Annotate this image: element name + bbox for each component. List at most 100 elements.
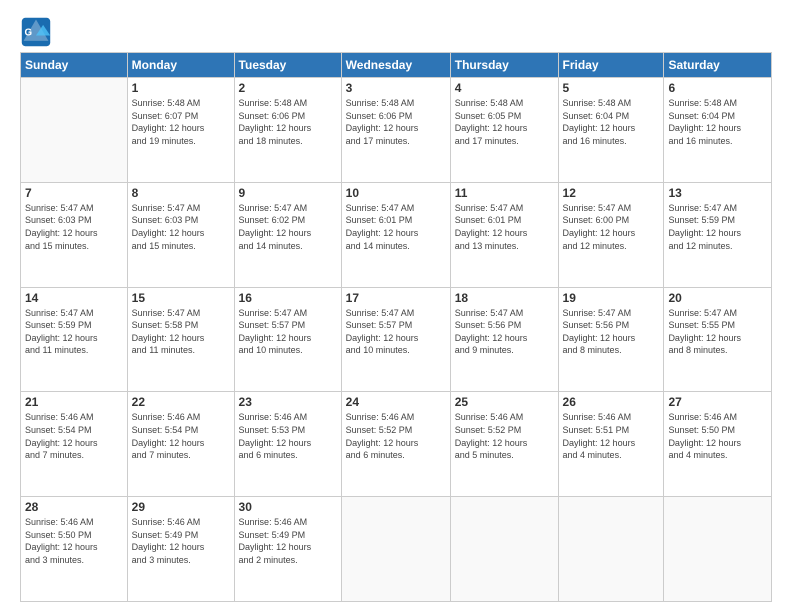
- day-info: Sunrise: 5:47 AM Sunset: 6:01 PM Dayligh…: [455, 202, 554, 252]
- calendar-cell: 4 Sunrise: 5:48 AM Sunset: 6:05 PM Daylig…: [450, 78, 558, 183]
- calendar-cell: 25 Sunrise: 5:46 AM Sunset: 5:52 PM Dayli…: [450, 392, 558, 497]
- day-number: 16: [239, 291, 337, 305]
- calendar-cell: 10Sunrise: 5:47 AM Sunset: 6:01 PM Dayli…: [341, 182, 450, 287]
- calendar-cell: 5 Sunrise: 5:48 AM Sunset: 6:04 PM Daylig…: [558, 78, 664, 183]
- day-info: Sunrise: 5:48 AM Sunset: 6:04 PM Dayligh…: [563, 97, 660, 147]
- calendar-cell: [21, 78, 128, 183]
- day-number: 30: [239, 500, 337, 514]
- day-number: 9: [239, 186, 337, 200]
- calendar-week-row: 1 Sunrise: 5:48 AM Sunset: 6:07 PM Daylig…: [21, 78, 772, 183]
- day-info: Sunrise: 5:47 AM Sunset: 5:59 PM Dayligh…: [668, 202, 767, 252]
- calendar-header-tuesday: Tuesday: [234, 53, 341, 78]
- day-number: 20: [668, 291, 767, 305]
- day-info: Sunrise: 5:46 AM Sunset: 5:50 PM Dayligh…: [668, 411, 767, 461]
- calendar-cell: 1 Sunrise: 5:48 AM Sunset: 6:07 PM Daylig…: [127, 78, 234, 183]
- day-info: Sunrise: 5:46 AM Sunset: 5:52 PM Dayligh…: [346, 411, 446, 461]
- calendar-cell: 8Sunrise: 5:47 AM Sunset: 6:03 PM Daylig…: [127, 182, 234, 287]
- day-info: Sunrise: 5:46 AM Sunset: 5:52 PM Dayligh…: [455, 411, 554, 461]
- calendar-header-wednesday: Wednesday: [341, 53, 450, 78]
- calendar-cell: 21 Sunrise: 5:46 AM Sunset: 5:54 PM Dayli…: [21, 392, 128, 497]
- calendar-cell: 6Sunrise: 5:48 AM Sunset: 6:04 PM Daylig…: [664, 78, 772, 183]
- day-info: Sunrise: 5:46 AM Sunset: 5:53 PM Dayligh…: [239, 411, 337, 461]
- day-info: Sunrise: 5:47 AM Sunset: 6:03 PM Dayligh…: [25, 202, 123, 252]
- day-number: 12: [563, 186, 660, 200]
- day-info: Sunrise: 5:47 AM Sunset: 5:56 PM Dayligh…: [455, 307, 554, 357]
- calendar-cell: 27 Sunrise: 5:46 AM Sunset: 5:50 PM Dayli…: [664, 392, 772, 497]
- calendar-table: SundayMondayTuesdayWednesdayThursdayFrid…: [20, 52, 772, 602]
- day-number: 7: [25, 186, 123, 200]
- calendar-header-row: SundayMondayTuesdayWednesdayThursdayFrid…: [21, 53, 772, 78]
- day-info: Sunrise: 5:46 AM Sunset: 5:51 PM Dayligh…: [563, 411, 660, 461]
- calendar-cell: [664, 497, 772, 602]
- day-info: Sunrise: 5:47 AM Sunset: 6:01 PM Dayligh…: [346, 202, 446, 252]
- calendar-cell: 12 Sunrise: 5:47 AM Sunset: 6:00 PM Dayli…: [558, 182, 664, 287]
- calendar-cell: 11Sunrise: 5:47 AM Sunset: 6:01 PM Dayli…: [450, 182, 558, 287]
- day-info: Sunrise: 5:46 AM Sunset: 5:54 PM Dayligh…: [25, 411, 123, 461]
- calendar-cell: 2Sunrise: 5:48 AM Sunset: 6:06 PM Daylig…: [234, 78, 341, 183]
- calendar-cell: 13 Sunrise: 5:47 AM Sunset: 5:59 PM Dayli…: [664, 182, 772, 287]
- day-info: Sunrise: 5:46 AM Sunset: 5:49 PM Dayligh…: [132, 516, 230, 566]
- calendar-cell: 9 Sunrise: 5:47 AM Sunset: 6:02 PM Daylig…: [234, 182, 341, 287]
- calendar-cell: 15 Sunrise: 5:47 AM Sunset: 5:58 PM Dayli…: [127, 287, 234, 392]
- calendar-cell: 24 Sunrise: 5:46 AM Sunset: 5:52 PM Dayli…: [341, 392, 450, 497]
- day-info: Sunrise: 5:48 AM Sunset: 6:07 PM Dayligh…: [132, 97, 230, 147]
- day-number: 15: [132, 291, 230, 305]
- day-info: Sunrise: 5:47 AM Sunset: 5:55 PM Dayligh…: [668, 307, 767, 357]
- day-number: 4: [455, 81, 554, 95]
- calendar-cell: 16 Sunrise: 5:47 AM Sunset: 5:57 PM Dayli…: [234, 287, 341, 392]
- day-number: 1: [132, 81, 230, 95]
- calendar-cell: 23Sunrise: 5:46 AM Sunset: 5:53 PM Dayli…: [234, 392, 341, 497]
- calendar-cell: 7 Sunrise: 5:47 AM Sunset: 6:03 PM Daylig…: [21, 182, 128, 287]
- day-number: 29: [132, 500, 230, 514]
- day-number: 26: [563, 395, 660, 409]
- header: G: [20, 16, 772, 48]
- day-number: 19: [563, 291, 660, 305]
- day-number: 13: [668, 186, 767, 200]
- calendar-week-row: 28 Sunrise: 5:46 AM Sunset: 5:50 PM Dayli…: [21, 497, 772, 602]
- calendar-cell: 17Sunrise: 5:47 AM Sunset: 5:57 PM Dayli…: [341, 287, 450, 392]
- day-number: 21: [25, 395, 123, 409]
- day-number: 6: [668, 81, 767, 95]
- day-info: Sunrise: 5:48 AM Sunset: 6:06 PM Dayligh…: [346, 97, 446, 147]
- day-info: Sunrise: 5:46 AM Sunset: 5:54 PM Dayligh…: [132, 411, 230, 461]
- day-number: 14: [25, 291, 123, 305]
- day-number: 25: [455, 395, 554, 409]
- calendar-cell: 30 Sunrise: 5:46 AM Sunset: 5:49 PM Dayli…: [234, 497, 341, 602]
- day-number: 27: [668, 395, 767, 409]
- day-info: Sunrise: 5:47 AM Sunset: 5:58 PM Dayligh…: [132, 307, 230, 357]
- calendar-week-row: 21 Sunrise: 5:46 AM Sunset: 5:54 PM Dayli…: [21, 392, 772, 497]
- day-number: 8: [132, 186, 230, 200]
- calendar-header-friday: Friday: [558, 53, 664, 78]
- day-info: Sunrise: 5:46 AM Sunset: 5:50 PM Dayligh…: [25, 516, 123, 566]
- calendar-cell: 19 Sunrise: 5:47 AM Sunset: 5:56 PM Dayli…: [558, 287, 664, 392]
- calendar-cell: 28 Sunrise: 5:46 AM Sunset: 5:50 PM Dayli…: [21, 497, 128, 602]
- calendar-header-thursday: Thursday: [450, 53, 558, 78]
- day-info: Sunrise: 5:47 AM Sunset: 5:56 PM Dayligh…: [563, 307, 660, 357]
- day-number: 5: [563, 81, 660, 95]
- day-number: 3: [346, 81, 446, 95]
- calendar-cell: [450, 497, 558, 602]
- day-info: Sunrise: 5:47 AM Sunset: 6:00 PM Dayligh…: [563, 202, 660, 252]
- day-number: 2: [239, 81, 337, 95]
- day-info: Sunrise: 5:47 AM Sunset: 5:57 PM Dayligh…: [346, 307, 446, 357]
- calendar-week-row: 7 Sunrise: 5:47 AM Sunset: 6:03 PM Daylig…: [21, 182, 772, 287]
- day-number: 24: [346, 395, 446, 409]
- day-info: Sunrise: 5:47 AM Sunset: 5:59 PM Dayligh…: [25, 307, 123, 357]
- calendar-week-row: 14 Sunrise: 5:47 AM Sunset: 5:59 PM Dayli…: [21, 287, 772, 392]
- day-info: Sunrise: 5:47 AM Sunset: 5:57 PM Dayligh…: [239, 307, 337, 357]
- day-info: Sunrise: 5:47 AM Sunset: 6:02 PM Dayligh…: [239, 202, 337, 252]
- day-info: Sunrise: 5:46 AM Sunset: 5:49 PM Dayligh…: [239, 516, 337, 566]
- calendar-cell: 20 Sunrise: 5:47 AM Sunset: 5:55 PM Dayli…: [664, 287, 772, 392]
- day-info: Sunrise: 5:48 AM Sunset: 6:05 PM Dayligh…: [455, 97, 554, 147]
- day-number: 28: [25, 500, 123, 514]
- logo: G: [20, 16, 56, 48]
- calendar-cell: [558, 497, 664, 602]
- calendar-cell: 14 Sunrise: 5:47 AM Sunset: 5:59 PM Dayli…: [21, 287, 128, 392]
- calendar-cell: 29 Sunrise: 5:46 AM Sunset: 5:49 PM Dayli…: [127, 497, 234, 602]
- logo-icon: G: [20, 16, 52, 48]
- calendar-header-sunday: Sunday: [21, 53, 128, 78]
- calendar-header-monday: Monday: [127, 53, 234, 78]
- calendar-cell: 18Sunrise: 5:47 AM Sunset: 5:56 PM Dayli…: [450, 287, 558, 392]
- page: G SundayMondayTuesdayWednesdayThursdayFr…: [0, 0, 792, 612]
- calendar-cell: [341, 497, 450, 602]
